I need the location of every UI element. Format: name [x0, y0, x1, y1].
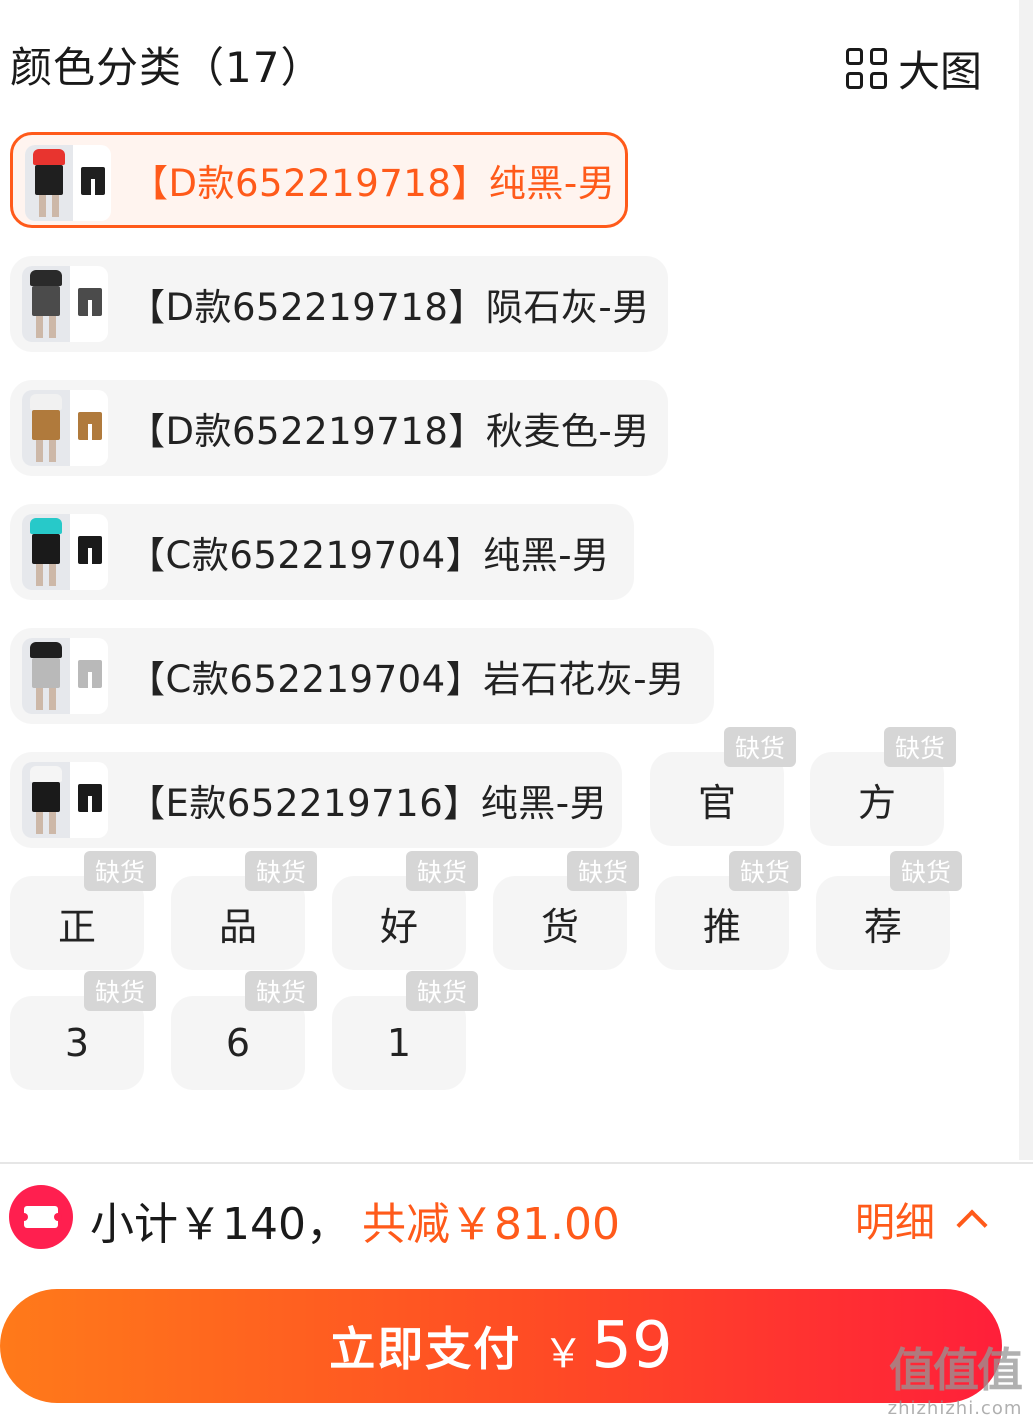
char-option-label: 官 — [697, 780, 736, 825]
chevron-up-icon — [956, 1209, 988, 1241]
out-of-stock-badge: 缺货 — [883, 727, 956, 767]
out-of-stock-badge: 缺货 — [83, 851, 156, 891]
footer-divider — [0, 1162, 1033, 1164]
color-option-d-black[interactable]: 【D款652219718】纯黑-男 — [10, 132, 628, 228]
pay-currency: ￥ — [543, 1331, 584, 1377]
char-option-1[interactable]: 1 缺货 — [332, 971, 478, 1090]
coupon-icon — [9, 1185, 73, 1249]
char-option-tui[interactable]: 推 缺货 — [655, 851, 801, 970]
product-thumbnail — [22, 762, 108, 838]
char-option-guan[interactable]: 官 缺货 — [650, 727, 796, 846]
char-option-zheng[interactable]: 正 缺货 — [10, 851, 156, 970]
char-option-label: 品 — [218, 904, 257, 949]
out-of-stock-badge: 缺货 — [723, 727, 796, 767]
char-option-label: 货 — [540, 904, 579, 949]
color-option-c-rock-gray[interactable]: 【C款652219704】岩石花灰-男 — [10, 628, 714, 724]
scrollbar-track — [1019, 0, 1033, 1160]
big-view-button[interactable]: 大图 — [846, 38, 982, 99]
out-of-stock-badge: 缺货 — [889, 851, 962, 891]
color-option-label: 【C款652219704】纯黑-男 — [128, 534, 610, 577]
price-detail-toggle[interactable]: 明细 — [855, 1190, 988, 1248]
pay-amount: 59 — [591, 1309, 673, 1383]
grid-view-icon — [846, 47, 888, 90]
product-thumbnail — [22, 638, 108, 714]
color-option-label: 【D款652219718】陨石灰-男 — [128, 286, 650, 329]
detail-label: 明细 — [855, 1200, 935, 1246]
char-option-huo[interactable]: 货 缺货 — [493, 851, 639, 970]
char-option-label: 好 — [379, 904, 418, 949]
color-option-d-wheat[interactable]: 【D款652219718】秋麦色-男 — [10, 380, 668, 476]
color-option-e-black[interactable]: 【E款652219716】纯黑-男 — [10, 752, 622, 848]
color-option-d-meteor-gray[interactable]: 【D款652219718】陨石灰-男 — [10, 256, 668, 352]
subtotal-text: 小计￥140， — [90, 1199, 350, 1250]
char-option-label: 3 — [64, 1021, 90, 1065]
big-view-label: 大图 — [898, 47, 983, 96]
out-of-stock-badge: 缺货 — [405, 971, 478, 1011]
out-of-stock-badge: 缺货 — [83, 971, 156, 1011]
watermark-url: zhizhizhi.com — [887, 1398, 1023, 1419]
char-option-label: 方 — [857, 780, 896, 825]
out-of-stock-badge: 缺货 — [244, 971, 317, 1011]
product-thumbnail — [25, 145, 111, 221]
color-option-label: 【C款652219704】岩石花灰-男 — [128, 658, 685, 701]
watermark-logo: 值值值 zhizhizhi.com — [880, 1334, 1030, 1419]
color-option-c-black[interactable]: 【C款652219704】纯黑-男 — [10, 504, 634, 600]
char-option-jian[interactable]: 荐 缺货 — [816, 851, 962, 970]
out-of-stock-badge: 缺货 — [728, 851, 801, 891]
pay-button-label: 立即支付 — [329, 1322, 522, 1376]
out-of-stock-badge: 缺货 — [405, 851, 478, 891]
out-of-stock-badge: 缺货 — [244, 851, 317, 891]
char-option-pin[interactable]: 品 缺货 — [171, 851, 317, 970]
section-title: 颜色分类（17） — [10, 43, 324, 92]
color-option-label: 【D款652219718】秋麦色-男 — [128, 410, 650, 453]
char-option-fang[interactable]: 方 缺货 — [810, 727, 956, 846]
char-option-label: 荐 — [863, 904, 902, 949]
product-thumbnail — [22, 266, 108, 342]
out-of-stock-badge: 缺货 — [566, 851, 639, 891]
char-option-label: 推 — [702, 904, 741, 949]
char-option-hao[interactable]: 好 缺货 — [332, 851, 478, 970]
product-thumbnail — [22, 390, 108, 466]
char-option-3[interactable]: 3 缺货 — [10, 971, 156, 1090]
char-option-label: 1 — [386, 1021, 412, 1065]
color-option-label: 【D款652219718】纯黑-男 — [131, 162, 616, 205]
char-option-6[interactable]: 6 缺货 — [171, 971, 317, 1090]
char-option-label: 正 — [57, 904, 96, 949]
discount-text: 共减￥81.00 — [362, 1199, 620, 1250]
color-option-label: 【E款652219716】纯黑-男 — [128, 782, 608, 825]
watermark-main: 值值值 — [889, 1343, 1023, 1397]
product-thumbnail — [22, 514, 108, 590]
pay-now-button[interactable]: 立即支付 ￥ 59 — [0, 1289, 1002, 1403]
char-option-label: 6 — [225, 1021, 251, 1065]
